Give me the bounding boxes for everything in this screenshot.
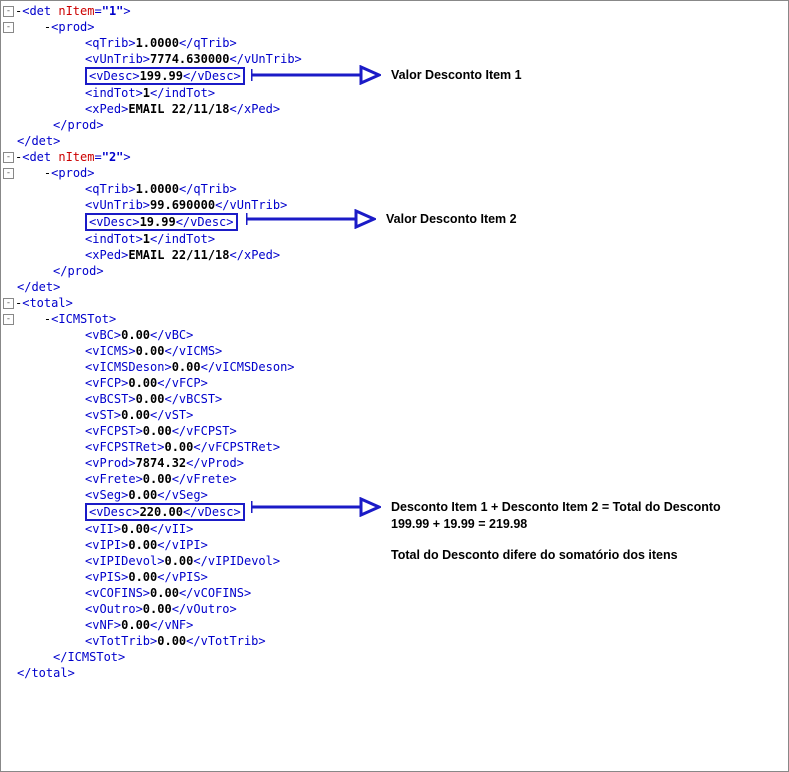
line-indTot2: <indTot>1</indTot> (3, 231, 788, 247)
line-det1-close: </det> (3, 133, 788, 149)
collapse-icon[interactable]: - (3, 152, 14, 163)
line-prod2-open: - -<prod> (3, 165, 788, 181)
line-vICMSDeson: <vICMSDeson>0.00</vICMSDeson> (3, 359, 788, 375)
line-total-open: --<total> (3, 295, 788, 311)
line-icmstot-close: </ICMSTot> (3, 649, 788, 665)
line-vProd: <vProd>7874.32</vProd> (3, 455, 788, 471)
line-prod1-close: </prod> (3, 117, 788, 133)
line-vFCPST: <vFCPST>0.00</vFCPST> (3, 423, 788, 439)
line-total-close: </total> (3, 665, 788, 681)
line-det2-close: </det> (3, 279, 788, 295)
line-vOutro: <vOutro>0.00</vOutro> (3, 601, 788, 617)
code-block: --<det nItem="1"> - -<prod> <qTrib>1.000… (1, 1, 788, 681)
highlight-vdesc1: <vDesc>199.99</vDesc> (85, 67, 245, 85)
line-xPed2: <xPed>EMAIL 22/11/18</xPed> (3, 247, 788, 263)
line-vFrete: <vFrete>0.00</vFrete> (3, 471, 788, 487)
collapse-icon[interactable]: - (3, 168, 14, 179)
line-vFCPSTRet: <vFCPSTRet>0.00</vFCPSTRet> (3, 439, 788, 455)
line-qTrib1: <qTrib>1.0000</qTrib> (3, 35, 788, 51)
line-det1-open: --<det nItem="1"> (3, 3, 788, 19)
highlight-vdesc-total: <vDesc>220.00</vDesc> (85, 503, 245, 521)
line-icmstot-open: - -<ICMSTot> (3, 311, 788, 327)
collapse-icon[interactable]: - (3, 314, 14, 325)
annotation-2: Valor Desconto Item 2 (386, 211, 517, 228)
xml-view: --<det nItem="1"> - -<prod> <qTrib>1.000… (0, 0, 789, 772)
line-prod2-close: </prod> (3, 263, 788, 279)
line-vBC: <vBC>0.00</vBC> (3, 327, 788, 343)
annotation-1: Valor Desconto Item 1 (391, 67, 522, 84)
line-indTot1: <indTot>1</indTot> (3, 85, 788, 101)
line-vFCP: <vFCP>0.00</vFCP> (3, 375, 788, 391)
collapse-icon[interactable]: - (3, 298, 14, 309)
line-xPed1: <xPed>EMAIL 22/11/18</xPed> (3, 101, 788, 117)
line-qTrib2: <qTrib>1.0000</qTrib> (3, 181, 788, 197)
line-det2-open: --<det nItem="2"> (3, 149, 788, 165)
annotation-3-line3: Total do Desconto difere do somatório do… (391, 547, 781, 564)
collapse-icon[interactable]: - (3, 6, 14, 17)
line-prod1-open: - -<prod> (3, 19, 788, 35)
collapse-icon[interactable]: - (3, 22, 14, 33)
line-vNF: <vNF>0.00</vNF> (3, 617, 788, 633)
line-vUnTrib1: <vUnTrib>7774.630000</vUnTrib> (3, 51, 788, 67)
annotation-3-line2: 199.99 + 19.99 = 219.98 (391, 516, 781, 533)
highlight-vdesc2: <vDesc>19.99</vDesc> (85, 213, 238, 231)
line-vTotTrib: <vTotTrib>0.00</vTotTrib> (3, 633, 788, 649)
annotation-3-line1: Desconto Item 1 + Desconto Item 2 = Tota… (391, 499, 781, 516)
line-vICMS: <vICMS>0.00</vICMS> (3, 343, 788, 359)
line-vBCST: <vBCST>0.00</vBCST> (3, 391, 788, 407)
line-vST: <vST>0.00</vST> (3, 407, 788, 423)
line-vPIS: <vPIS>0.00</vPIS> (3, 569, 788, 585)
line-vCOFINS: <vCOFINS>0.00</vCOFINS> (3, 585, 788, 601)
annotation-3: Desconto Item 1 + Desconto Item 2 = Tota… (391, 499, 781, 564)
